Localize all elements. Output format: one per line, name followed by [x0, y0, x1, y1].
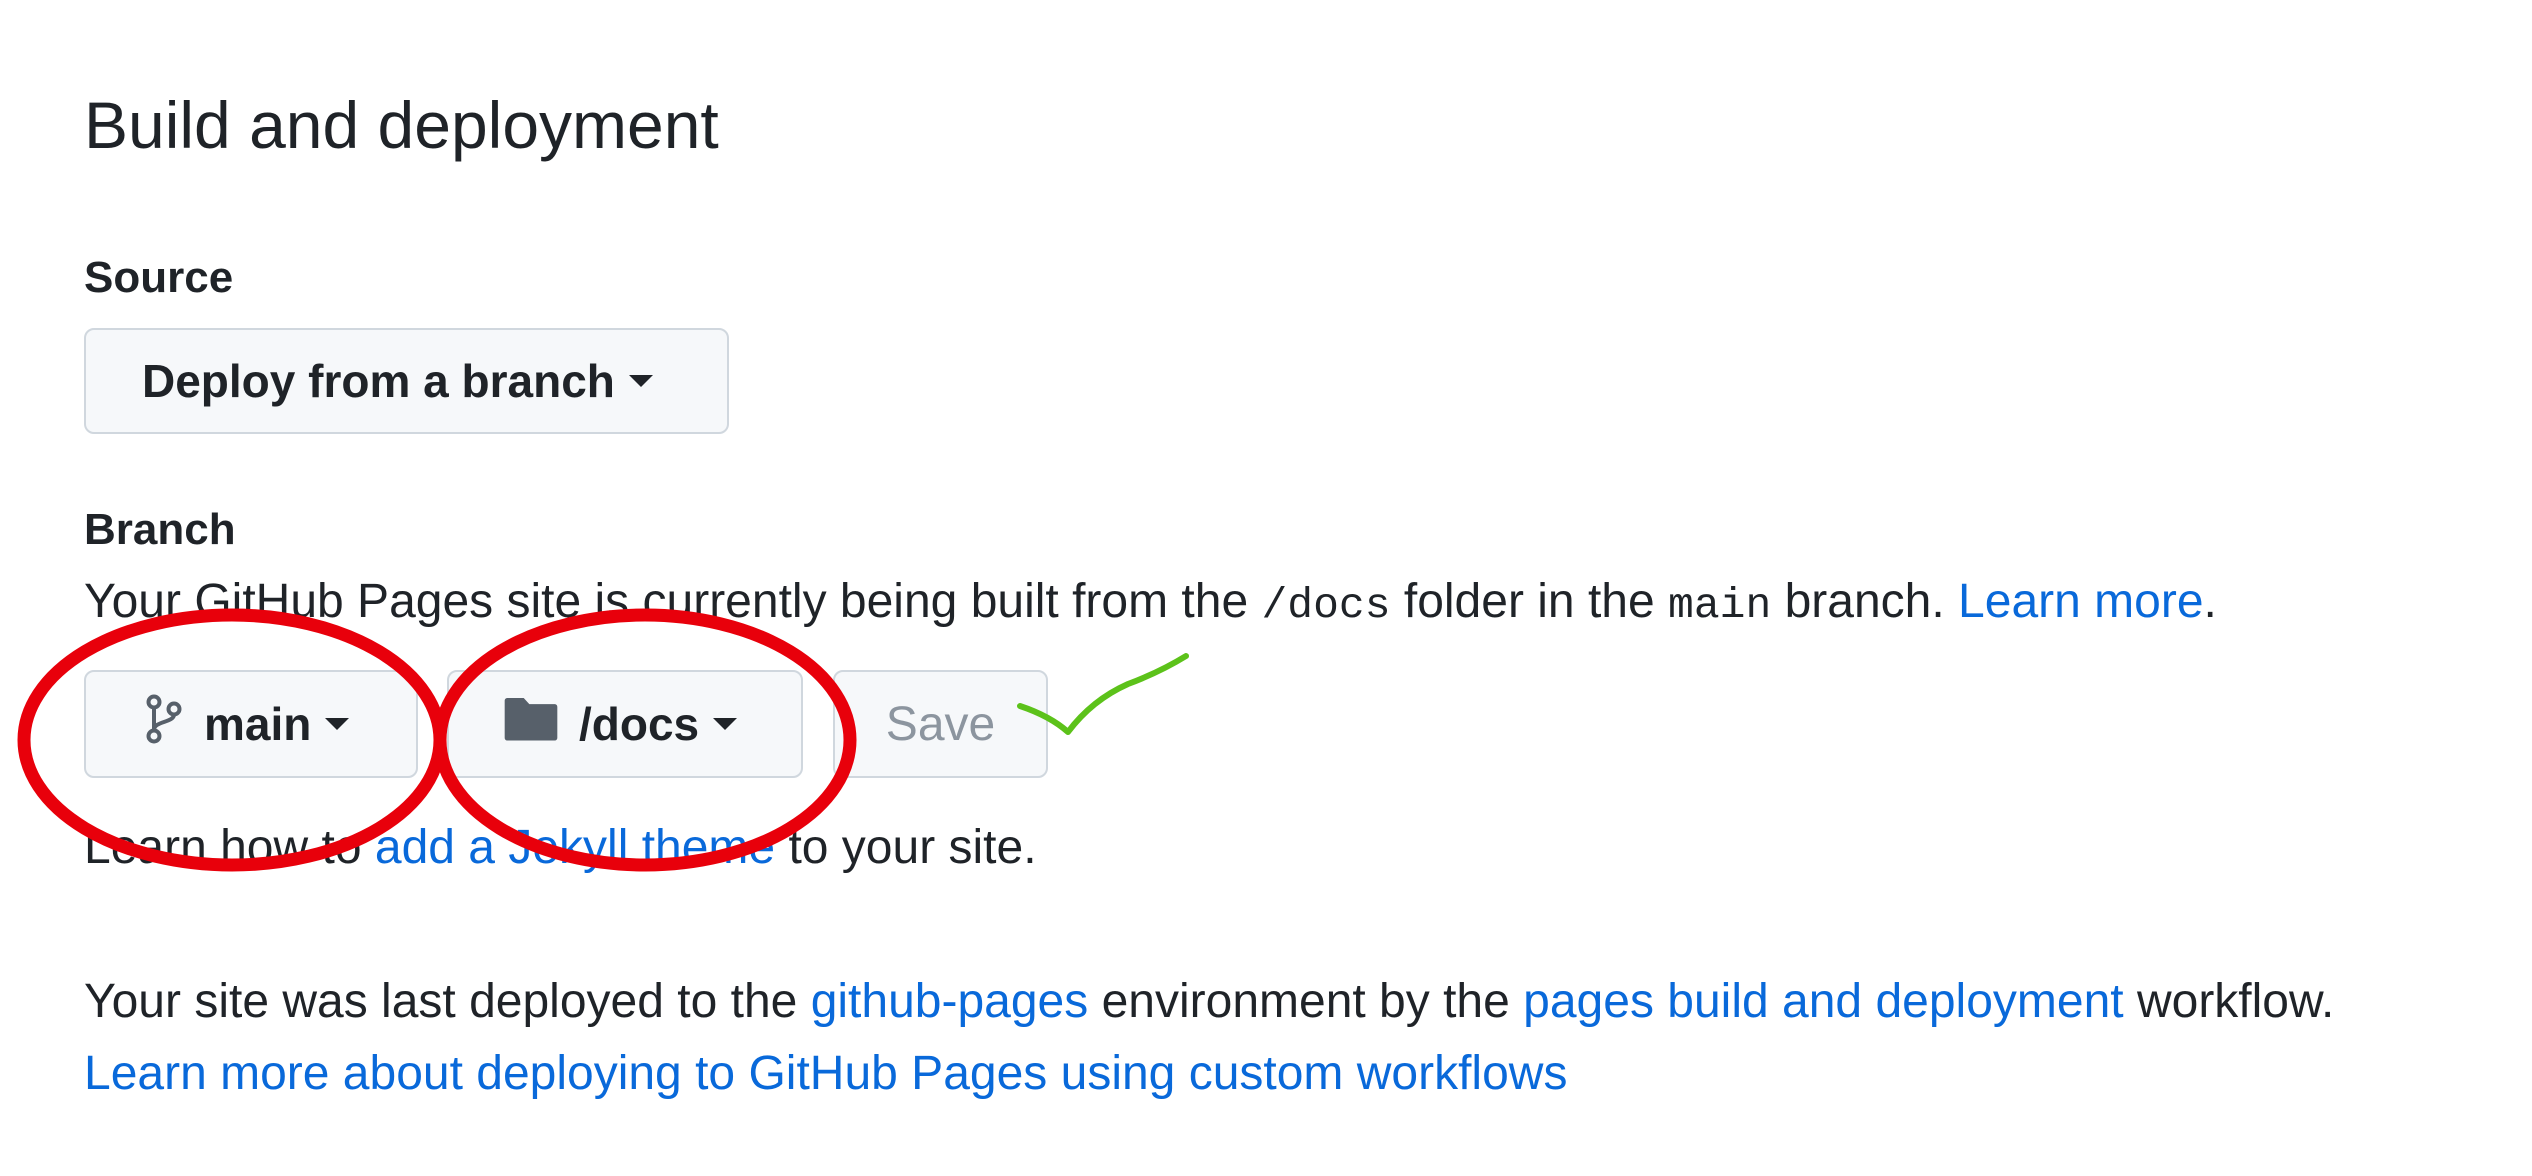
branch-description-suffix: branch. [1784, 575, 1945, 628]
folder-select-button[interactable]: /docs [447, 670, 803, 778]
chevron-down-icon [713, 718, 738, 730]
deployment-text-2: environment by the [1101, 975, 1510, 1028]
chevron-down-icon [325, 718, 350, 730]
pages-build-workflow-link[interactable]: pages build and deployment [1523, 975, 2123, 1028]
chevron-down-icon [628, 375, 653, 387]
source-dropdown-value: Deploy from a branch [142, 355, 615, 407]
branch-description: Your GitHub Pages site is currently bein… [84, 572, 2217, 636]
deployment-text-1: Your site was last deployed to the [84, 975, 798, 1028]
page-title: Build and deployment [84, 88, 719, 162]
source-dropdown[interactable]: Deploy from a branch [84, 328, 729, 434]
theme-hint-prefix: Learn how to [84, 821, 362, 874]
folder-code: /docs [1261, 581, 1391, 630]
branch-code: main [1668, 581, 1772, 630]
folder-select-value: /docs [579, 698, 700, 750]
custom-workflows-line: Learn more about deploying to GitHub Pag… [84, 1044, 1567, 1104]
learn-more-period: . [2203, 575, 2217, 628]
branch-select-value: main [204, 698, 312, 750]
branch-description-middle: folder in the [1403, 575, 1655, 628]
branch-label: Branch [84, 505, 236, 554]
theme-hint: Learn how to add a Jekyll theme to your … [84, 818, 1037, 878]
save-button[interactable]: Save [833, 670, 1048, 778]
deployment-text-3: workflow. [2136, 975, 2335, 1028]
theme-hint-suffix: to your site. [788, 821, 1037, 874]
branch-select-button[interactable]: main [84, 670, 418, 778]
add-jekyll-theme-link[interactable]: add a Jekyll theme [375, 821, 775, 874]
folder-icon [503, 695, 559, 754]
source-label: Source [84, 253, 234, 302]
branch-description-prefix: Your GitHub Pages site is currently bein… [84, 575, 1249, 628]
github-pages-environment-link[interactable]: github-pages [811, 975, 1089, 1028]
git-branch-icon [144, 694, 184, 755]
deployment-status: Your site was last deployed to the githu… [84, 972, 2334, 1032]
learn-more-link[interactable]: Learn more [1958, 575, 2203, 628]
custom-workflows-link[interactable]: Learn more about deploying to GitHub Pag… [84, 1047, 1567, 1100]
